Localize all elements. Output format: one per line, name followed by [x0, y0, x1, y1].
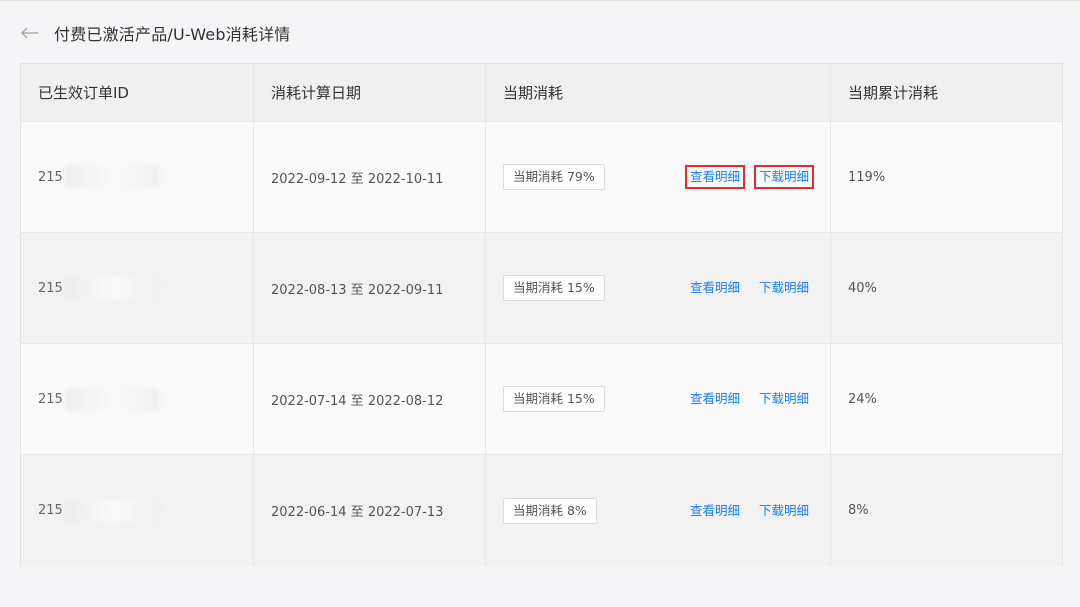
order-id: 215: [38, 280, 63, 296]
cumulative-cell: 8%: [848, 503, 869, 518]
page-panel: 付费已激活产品/U-Web消耗详情 已生效订单ID 消耗计算日期 当期消耗 当期…: [0, 0, 1080, 607]
order-id: 215: [38, 169, 63, 185]
row-actions: 查看明细 下载明细: [684, 165, 814, 189]
date-range-cell: 2022-09-12 至 2022-10-11: [254, 122, 486, 232]
download-detail-link[interactable]: 下载明细: [754, 276, 814, 300]
back-button[interactable]: [20, 23, 40, 43]
order-id-cell: 215: [21, 122, 254, 232]
order-id-cell: 215: [21, 233, 254, 343]
column-header-cumulative: 当期累计消耗: [848, 84, 939, 102]
table-row: 215 2022-08-13 至 2022-09-11 当期消耗 15% 查看明…: [21, 233, 1062, 344]
download-detail-link[interactable]: 下载明细: [753, 165, 814, 189]
order-id-cell: 215: [21, 344, 254, 454]
view-detail-link[interactable]: 查看明细: [685, 499, 745, 523]
view-detail-link[interactable]: 查看明细: [685, 387, 745, 411]
table-row: 215 2022-07-14 至 2022-08-12 当期消耗 15% 查看明…: [21, 344, 1062, 455]
cumulative-cell: 24%: [848, 391, 877, 407]
cumulative-cell: 119%: [848, 169, 886, 185]
date-range-cell: 2022-08-13 至 2022-09-11: [254, 233, 486, 343]
redacted-blur: [64, 388, 160, 410]
date-range-cell: 2022-06-14 至 2022-07-13: [254, 455, 486, 566]
consumption-tag: 当期消耗 15%: [503, 275, 605, 301]
redacted-blur: [64, 166, 160, 188]
order-id: 215: [38, 503, 63, 518]
view-detail-link[interactable]: 查看明细: [685, 276, 745, 300]
page-title: 付费已激活产品/U-Web消耗详情: [54, 25, 291, 44]
order-id-cell: 215: [21, 455, 254, 566]
consumption-tag: 当期消耗 8%: [503, 497, 597, 524]
row-actions: 查看明细 下载明细: [685, 387, 814, 411]
column-header-period-consumption: 当期消耗: [486, 64, 831, 121]
table-header-row: 已生效订单ID 消耗计算日期 当期消耗 当期累计消耗: [21, 64, 1062, 122]
column-header-date: 消耗计算日期: [254, 64, 486, 121]
column-header-order-id: 已生效订单ID: [21, 64, 254, 121]
consumption-tag: 当期消耗 15%: [503, 386, 605, 412]
period-consumption-cell: 当期消耗 79% 查看明细 下载明细: [486, 122, 831, 232]
row-actions: 查看明细 下载明细: [685, 499, 814, 523]
cumulative-cell: 40%: [848, 280, 877, 296]
divider: [0, 0, 1080, 1]
table-row: 215 2022-09-12 至 2022-10-11 当期消耗 79% 查看明…: [21, 122, 1062, 233]
period-consumption-cell: 当期消耗 15% 查看明细 下载明细: [486, 233, 831, 343]
view-detail-link[interactable]: 查看明细: [684, 165, 745, 189]
period-consumption-cell: 当期消耗 8% 查看明细 下载明细: [486, 455, 831, 566]
consumption-tag: 当期消耗 79%: [503, 164, 605, 190]
download-detail-link[interactable]: 下载明细: [754, 387, 814, 411]
arrow-left-icon: [21, 27, 38, 39]
download-detail-link[interactable]: 下载明细: [754, 499, 814, 523]
redacted-blur: [64, 277, 160, 299]
redacted-blur: [64, 499, 160, 522]
date-range-cell: 2022-07-14 至 2022-08-12: [254, 344, 486, 454]
row-actions: 查看明细 下载明细: [685, 276, 814, 300]
page-header: 付费已激活产品/U-Web消耗详情: [20, 19, 291, 47]
table-row: 215 2022-06-14 至 2022-07-13 当期消耗 8% 查看明细…: [21, 455, 1062, 566]
consumption-table: 已生效订单ID 消耗计算日期 当期消耗 当期累计消耗 215 2022-09-1…: [20, 63, 1063, 566]
period-consumption-cell: 当期消耗 15% 查看明细 下载明细: [486, 344, 831, 454]
order-id: 215: [38, 391, 63, 407]
